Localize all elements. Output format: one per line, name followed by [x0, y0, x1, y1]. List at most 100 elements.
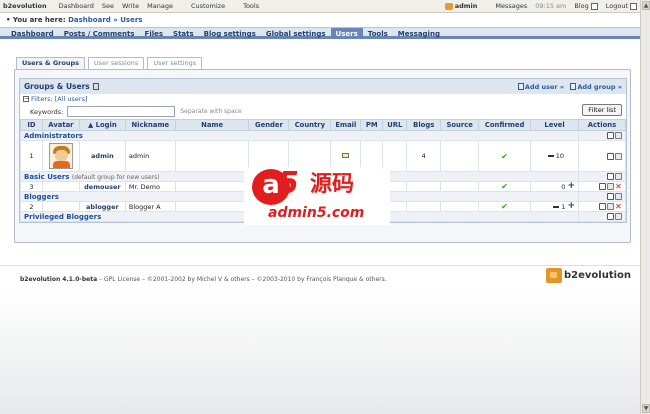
avatar[interactable] — [48, 143, 73, 169]
copy-icon[interactable] — [607, 183, 614, 190]
evobar: b2evolution Dashboard See Write Manage C… — [0, 0, 640, 13]
copy-icon[interactable] — [615, 173, 622, 180]
level-control: 0 + — [534, 182, 575, 191]
brand-menu[interactable]: b2evolution — [3, 2, 47, 10]
group-name[interactable]: Basic Users — [24, 173, 69, 181]
edit-icon[interactable] — [607, 173, 614, 180]
notes-icon[interactable] — [92, 83, 99, 90]
tab-tools[interactable]: Tools — [363, 28, 393, 38]
edit-icon[interactable] — [599, 183, 606, 190]
grid-links: Add user » Add group » — [514, 83, 622, 91]
level-up-icon[interactable]: + — [567, 202, 575, 211]
mail-icon[interactable] — [342, 153, 350, 158]
user-level: 1 — [561, 202, 566, 211]
confirmed-check-icon: ✔ — [478, 181, 532, 192]
copy-icon[interactable] — [607, 203, 614, 210]
menu-customize[interactable]: Customize — [191, 2, 225, 10]
subtab-users-groups[interactable]: Users & Groups — [16, 57, 85, 69]
delete-icon[interactable]: ✕ — [615, 183, 622, 191]
footer-logo[interactable]: b2evolution — [546, 268, 631, 283]
logout-link[interactable]: Logout — [606, 2, 637, 10]
filters-label: Filters: — [31, 95, 53, 103]
tab-dashboard[interactable]: Dashboard — [6, 28, 59, 38]
subtab-user-sessions[interactable]: User sessions — [87, 57, 145, 69]
edit-icon[interactable] — [607, 152, 614, 160]
menu-see[interactable]: See — [102, 2, 114, 10]
col-source[interactable]: Source — [440, 119, 480, 131]
collapse-filters-icon[interactable]: − — [23, 96, 29, 102]
col-id[interactable]: ID — [20, 119, 43, 131]
add-group-label: Add group » — [577, 82, 622, 91]
menu-dashboard[interactable]: Dashboard — [59, 2, 94, 10]
subtab-user-settings[interactable]: User settings — [147, 57, 203, 69]
tab-posts-comments[interactable]: Posts / Comments — [59, 28, 140, 38]
col-login[interactable]: ▲ Login — [78, 119, 126, 131]
footer-logo-text: b2evolution — [564, 270, 632, 281]
level-up-icon[interactable]: + — [567, 182, 575, 191]
copy-icon[interactable] — [615, 213, 622, 220]
avatar-cell — [41, 140, 80, 172]
user-login[interactable]: ablogger — [78, 201, 126, 212]
add-user-link[interactable]: Add user » — [517, 83, 564, 91]
edit-icon[interactable] — [607, 193, 614, 200]
copy-icon[interactable] — [615, 152, 622, 160]
grid-title: Groups & Users — [24, 82, 90, 91]
col-confirmed[interactable]: Confirmed — [478, 119, 532, 131]
col-avatar: Avatar — [41, 119, 80, 131]
breadcrumb-current[interactable]: Users — [120, 16, 142, 24]
user-blogs — [406, 201, 442, 212]
col-email[interactable]: Email — [330, 119, 362, 131]
scroll-down-icon[interactable]: ▼ — [642, 404, 650, 413]
menu-write[interactable]: Write — [122, 2, 139, 10]
group-name[interactable]: Administrators — [24, 132, 83, 140]
tab-users[interactable]: Users — [330, 28, 363, 38]
filters-value[interactable]: [All users] — [55, 95, 88, 103]
copy-icon[interactable] — [615, 132, 622, 139]
user-login[interactable]: admin — [78, 140, 126, 172]
bottom-background — [0, 288, 640, 414]
delete-icon[interactable]: ✕ — [615, 203, 622, 211]
tab-blog-settings[interactable]: Blog settings — [199, 28, 261, 38]
tab-stats[interactable]: Stats — [168, 28, 199, 38]
user-nickname: admin — [124, 140, 176, 172]
user-login[interactable]: demouser — [78, 181, 126, 192]
col-level[interactable]: Level — [530, 119, 579, 131]
user-menu[interactable]: admin — [444, 2, 478, 10]
copy-icon[interactable] — [615, 193, 622, 200]
user-level: 0 — [561, 182, 566, 191]
messages-link[interactable]: Messages — [495, 2, 527, 10]
table-header-row: ID Avatar ▲ Login Nickname Name Gender C… — [20, 119, 627, 131]
col-url[interactable]: URL — [382, 119, 408, 131]
tab-global-settings[interactable]: Global settings — [261, 28, 331, 38]
user-name: admin — [454, 2, 478, 10]
user-nickname: Blogger A — [124, 201, 176, 212]
breadcrumb-dashboard[interactable]: Dashboard — [68, 16, 111, 24]
scroll-up-icon[interactable]: ▲ — [642, 1, 650, 10]
col-country[interactable]: Country — [288, 119, 332, 131]
tab-files[interactable]: Files — [140, 28, 169, 38]
tab-messaging[interactable]: Messaging — [393, 28, 445, 38]
keywords-hint: Separate with space — [180, 108, 242, 115]
main-area: b2evolution Dashboard See Write Manage C… — [0, 0, 640, 414]
menu-tools[interactable]: Tools — [243, 2, 259, 10]
add-group-link[interactable]: Add group » — [570, 83, 622, 91]
blog-link[interactable]: Blog — [574, 2, 598, 10]
group-name[interactable]: Privileged Bloggers — [24, 213, 101, 221]
filter-list-button[interactable]: Filter list — [582, 104, 622, 116]
breadcrumb-prefix: • You are here: — [6, 16, 66, 24]
edit-icon[interactable] — [607, 132, 614, 139]
footer-product[interactable]: b2evolution 4.1.0-beta — [20, 276, 97, 283]
group-name[interactable]: Bloggers — [24, 193, 59, 201]
col-name[interactable]: Name — [174, 119, 250, 131]
level-down-icon[interactable] — [547, 155, 554, 157]
edit-icon[interactable] — [599, 203, 606, 210]
keywords-input[interactable] — [67, 106, 176, 117]
menu-manage[interactable]: Manage — [147, 2, 173, 10]
edit-icon[interactable] — [607, 213, 614, 220]
col-gender[interactable]: Gender — [248, 119, 290, 131]
logout-label: Logout — [605, 2, 628, 10]
breadcrumb: • You are here: Dashboard » Users — [0, 13, 640, 27]
vertical-scrollbar[interactable]: ▲ ▼ — [640, 0, 650, 414]
col-nickname[interactable]: Nickname — [124, 119, 176, 131]
level-down-icon[interactable] — [553, 205, 560, 208]
